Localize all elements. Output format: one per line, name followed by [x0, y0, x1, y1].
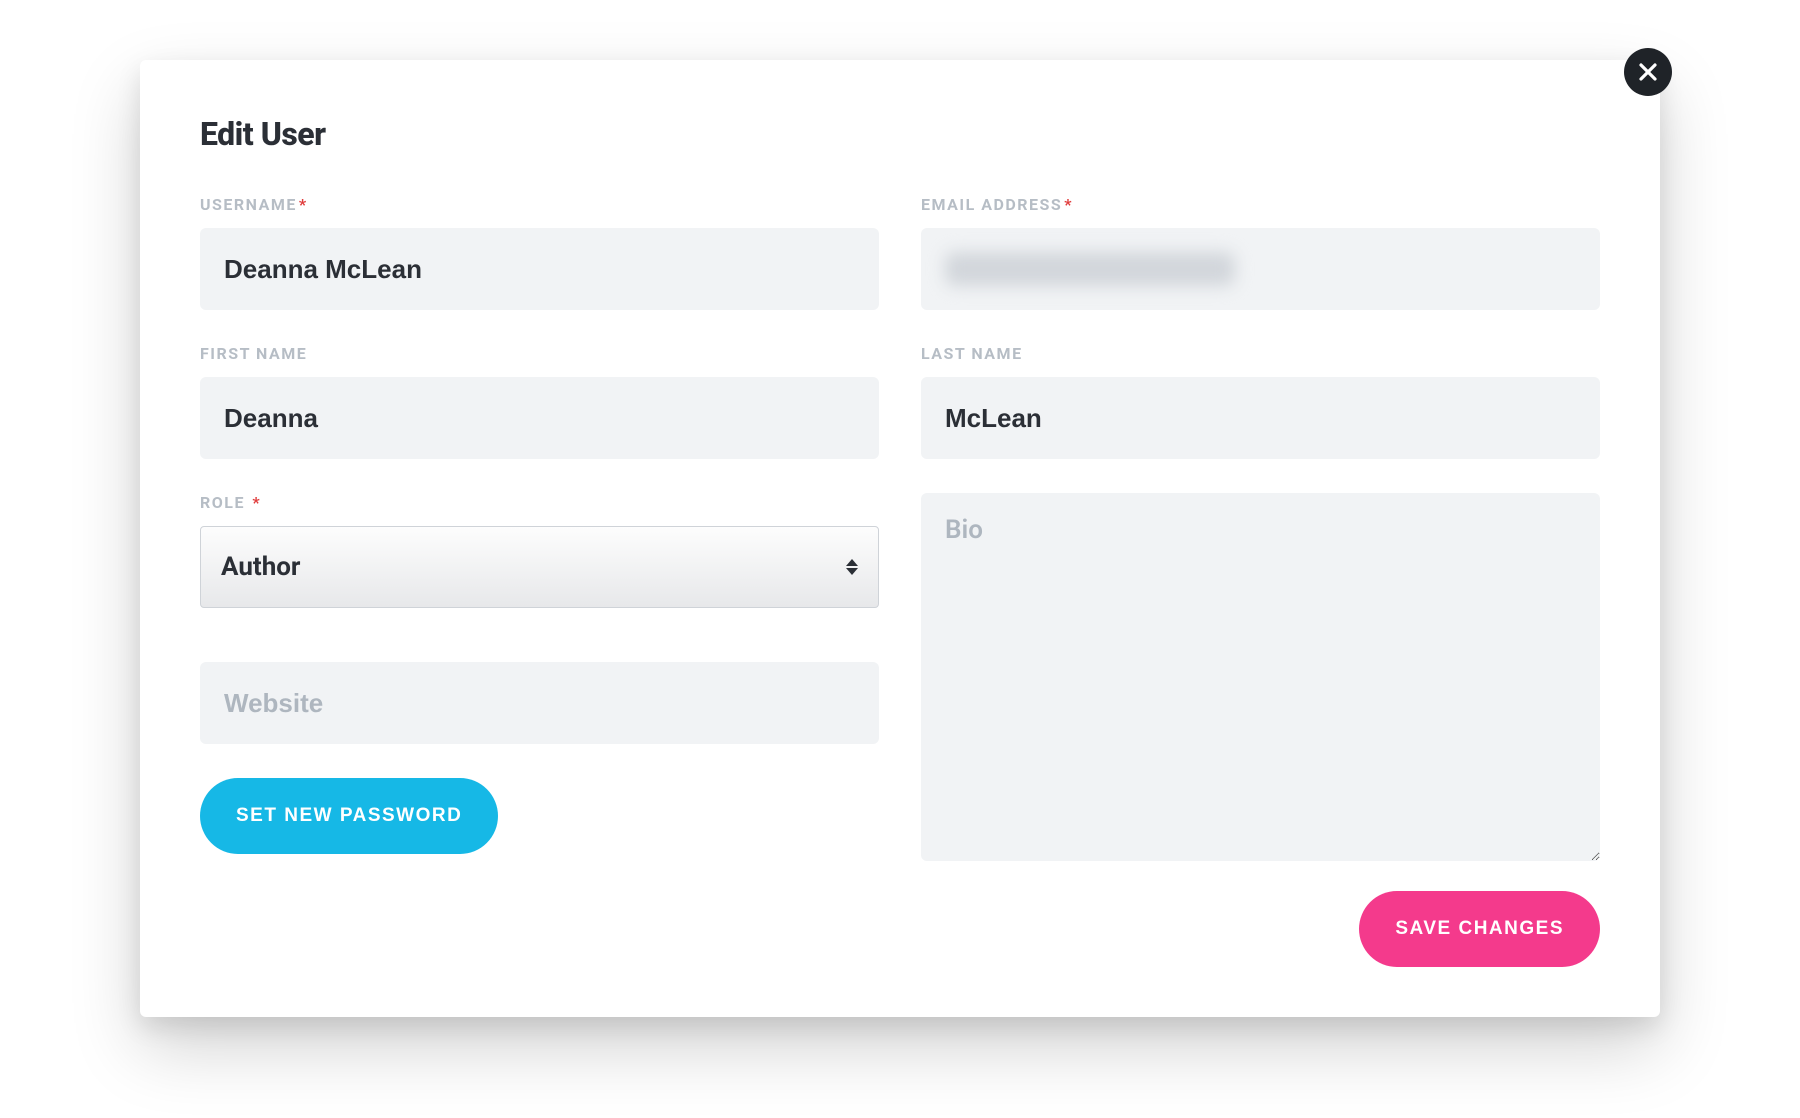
role-field-group: ROLE * Author [200, 493, 879, 608]
last-name-input[interactable] [921, 377, 1600, 459]
role-select-value: Author [221, 552, 846, 582]
last-name-field-group: LAST NAME [921, 344, 1600, 459]
bio-textarea[interactable] [921, 493, 1600, 861]
email-field-group: EMAIL ADDRESS* [921, 195, 1600, 310]
modal-title: Edit User [200, 115, 1600, 153]
website-field-group [200, 662, 879, 744]
select-caret-icon [846, 559, 858, 575]
last-name-label: LAST NAME [921, 344, 1600, 363]
save-changes-button[interactable]: SAVE CHANGES [1359, 891, 1600, 967]
close-button[interactable] [1624, 48, 1672, 96]
required-mark: * [252, 493, 261, 512]
first-name-field-group: FIRST NAME [200, 344, 879, 459]
password-button-group: SET NEW PASSWORD [200, 778, 879, 854]
username-input[interactable] [200, 228, 879, 310]
email-label-text: EMAIL ADDRESS [921, 195, 1062, 214]
username-field-group: USERNAME* [200, 195, 879, 310]
website-input[interactable] [200, 662, 879, 744]
role-label: ROLE * [200, 493, 879, 512]
left-column-stack: ROLE * Author SET NEW PASSWORD [200, 493, 879, 854]
set-new-password-button[interactable]: SET NEW PASSWORD [200, 778, 498, 854]
first-name-input[interactable] [200, 377, 879, 459]
username-label: USERNAME* [200, 195, 879, 214]
modal-footer: SAVE CHANGES [200, 891, 1600, 967]
email-label: EMAIL ADDRESS* [921, 195, 1600, 214]
username-label-text: USERNAME [200, 195, 297, 214]
close-icon [1638, 62, 1658, 82]
redacted-overlay [945, 252, 1235, 286]
role-select[interactable]: Author [200, 526, 879, 608]
required-mark: * [299, 195, 308, 214]
required-mark: * [1064, 195, 1073, 214]
first-name-label: FIRST NAME [200, 344, 879, 363]
edit-user-modal: Edit User USERNAME* EMAIL ADDRESS* [140, 60, 1660, 1017]
role-label-text: ROLE [200, 493, 245, 512]
bio-field-group [921, 493, 1600, 865]
